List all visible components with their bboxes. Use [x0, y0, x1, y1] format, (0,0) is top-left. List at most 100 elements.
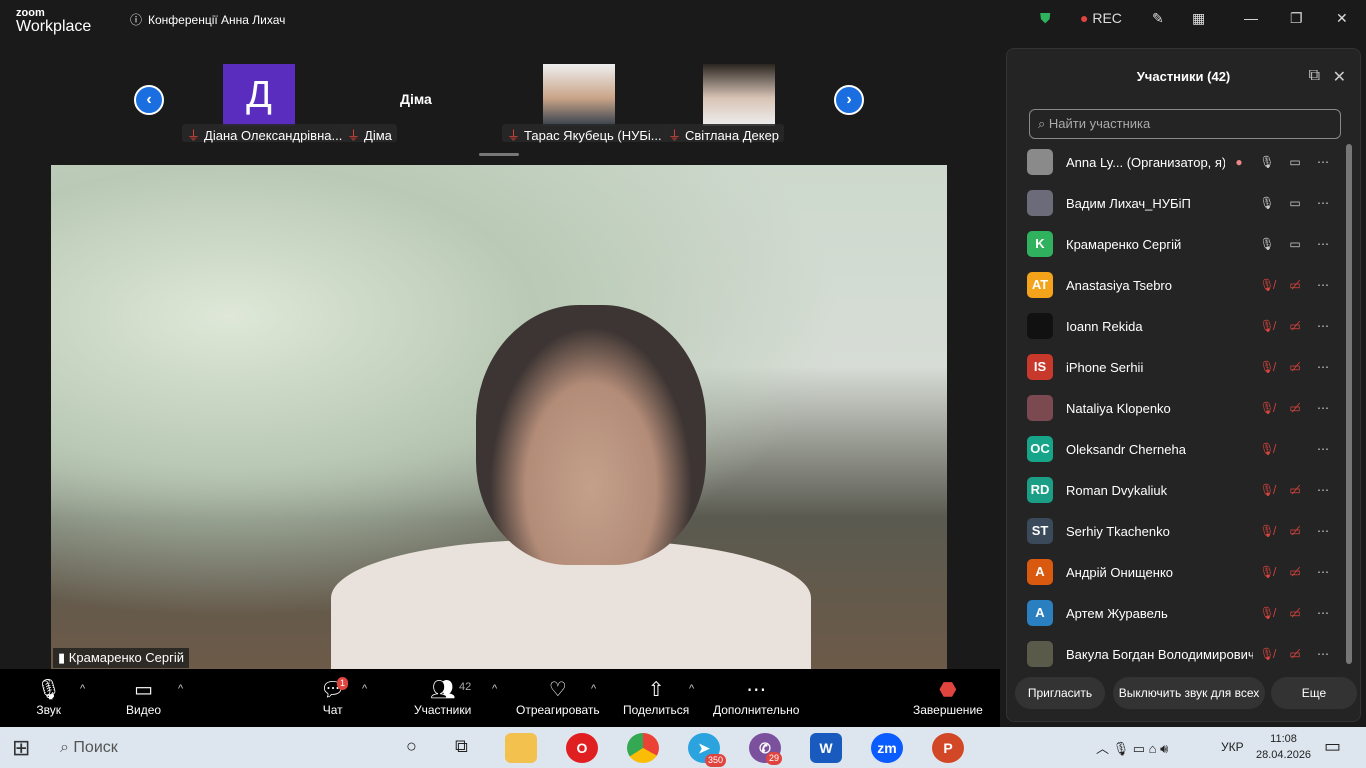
more-button[interactable]: ⋯ Дополнительно — [713, 677, 799, 717]
more-options-icon[interactable]: ⋯ — [1309, 155, 1337, 169]
camera-icon[interactable]: ▭ — [1281, 155, 1309, 169]
participant-row[interactable]: OC Oleksandr Cherneha 🎙︎̸ ⋯ — [1027, 434, 1337, 464]
camera-off-icon[interactable]: ▭̸ — [1281, 606, 1309, 620]
react-options-caret[interactable]: ^ — [591, 683, 596, 695]
microphone-icon[interactable]: 🎙︎ — [1253, 196, 1281, 210]
task-view-icon[interactable]: ⧉ — [455, 736, 468, 757]
participants-options-caret[interactable]: ^ — [492, 683, 497, 695]
more-options-icon[interactable]: ⋯ — [1309, 565, 1337, 579]
video-button[interactable]: ▭ Видео — [126, 677, 161, 717]
zoom-taskbar-icon[interactable]: zm — [871, 733, 903, 763]
camera-off-icon[interactable]: ▭̸ — [1281, 401, 1309, 415]
muted-mic-icon[interactable]: 🎙︎̸ — [1253, 401, 1281, 415]
more-options-icon[interactable]: ⋯ — [1309, 237, 1337, 251]
gallery-drag-handle[interactable] — [479, 153, 519, 156]
more-options-icon[interactable]: ⋯ — [1309, 278, 1337, 292]
system-tray-icons[interactable]: ︿ 🎙︎ ▭ ⌂ 🔊︎ — [1096, 738, 1168, 757]
more-options-icon[interactable]: ⋯ — [1309, 483, 1337, 497]
taskbar-search[interactable]: ⌕ Поиск — [48, 727, 368, 768]
close-panel-icon[interactable]: ✕ — [1333, 67, 1346, 87]
participant-row[interactable]: A Артем Журавель 🎙︎̸ ▭̸ ⋯ — [1027, 598, 1337, 628]
muted-mic-icon[interactable]: 🎙︎̸ — [1253, 524, 1281, 538]
info-icon[interactable]: ⓘ — [130, 11, 142, 28]
opera-icon[interactable]: O — [566, 733, 598, 763]
share-options-caret[interactable]: ^ — [689, 683, 694, 695]
gallery-tile-video[interactable] — [543, 64, 615, 126]
muted-mic-icon[interactable]: 🎙︎̸ — [1253, 606, 1281, 620]
gallery-tile-name[interactable]: Діма — [400, 91, 432, 107]
more-options-icon[interactable]: ⋯ — [1309, 319, 1337, 333]
camera-icon[interactable]: ▭ — [1281, 237, 1309, 251]
mute-all-button[interactable]: Выключить звук для всех — [1113, 677, 1265, 709]
participant-row[interactable]: A Андрій Онищенко 🎙︎̸ ▭̸ ⋯ — [1027, 557, 1337, 587]
grid-view-icon[interactable]: ▦ — [1192, 10, 1205, 27]
muted-mic-icon[interactable]: 🎙︎̸ — [1253, 647, 1281, 661]
participant-row[interactable]: Anna Ly... (Организатор, я) ● 🎙︎ ▭ ⋯ — [1027, 147, 1337, 177]
camera-off-icon[interactable]: ▭̸ — [1281, 360, 1309, 374]
participant-row[interactable]: Вадим Лихач_НУБіП 🎙︎ ▭ ⋯ — [1027, 188, 1337, 218]
camera-icon: ▭ — [134, 679, 153, 701]
shield-icon[interactable]: ⛊ — [1040, 10, 1051, 27]
participant-row[interactable]: IS iPhone Serhii 🎙︎̸ ▭̸ ⋯ — [1027, 352, 1337, 382]
camera-off-icon[interactable]: ▭̸ — [1281, 524, 1309, 538]
camera-off-icon[interactable]: ▭̸ — [1281, 278, 1309, 292]
gallery-tile-avatar[interactable]: Д — [223, 64, 295, 126]
camera-off-icon[interactable]: ▭̸ — [1281, 647, 1309, 661]
close-button[interactable]: ✕ — [1336, 10, 1348, 27]
video-options-caret[interactable]: ^ — [178, 683, 183, 695]
muted-mic-icon[interactable]: 🎙︎̸ — [1253, 565, 1281, 579]
next-page-button[interactable]: › — [834, 85, 864, 115]
react-button[interactable]: ♡ Отреагировать — [516, 677, 600, 717]
powerpoint-icon[interactable]: P — [932, 733, 964, 763]
windows-start-icon[interactable]: ⊞ — [12, 735, 30, 761]
muted-mic-icon[interactable]: 🎙︎̸ — [1253, 319, 1281, 333]
gallery-tile-video[interactable] — [703, 64, 775, 126]
popout-icon[interactable]: ⧉ — [1309, 67, 1320, 85]
participant-row[interactable]: K Крамаренко Сергій 🎙︎ ▭ ⋯ — [1027, 229, 1337, 259]
clock[interactable]: 11:08 28.04.2026 — [1256, 731, 1311, 763]
rec-indicator[interactable]: ● REC — [1080, 10, 1122, 26]
invite-button[interactable]: Пригласить — [1015, 677, 1105, 709]
pencil-icon[interactable]: ✎ — [1152, 10, 1164, 27]
muted-mic-icon[interactable]: 🎙︎̸ — [1253, 278, 1281, 292]
more-options-icon[interactable]: ⋯ — [1309, 196, 1337, 210]
microphone-icon[interactable]: 🎙︎ — [1253, 237, 1281, 251]
scrollbar[interactable] — [1346, 144, 1352, 664]
file-explorer-icon[interactable] — [505, 733, 537, 763]
notifications-icon[interactable]: ▭ — [1324, 736, 1341, 757]
muted-mic-icon[interactable]: 🎙︎̸ — [1253, 360, 1281, 374]
participant-row[interactable]: Nataliya Klopenko 🎙︎̸ ▭̸ ⋯ — [1027, 393, 1337, 423]
more-options-icon[interactable]: ⋯ — [1309, 401, 1337, 415]
muted-mic-icon[interactable]: 🎙︎̸ — [1253, 442, 1281, 456]
language-indicator[interactable]: УКР — [1221, 740, 1244, 754]
muted-mic-icon[interactable]: 🎙︎̸ — [1253, 483, 1281, 497]
prev-page-button[interactable]: ‹ — [134, 85, 164, 115]
camera-off-icon[interactable]: ▭̸ — [1281, 319, 1309, 333]
audio-options-caret[interactable]: ^ — [80, 683, 85, 695]
camera-icon[interactable]: ▭ — [1281, 196, 1309, 210]
participant-row[interactable]: Ioann Rekida 🎙︎̸ ▭̸ ⋯ — [1027, 311, 1337, 341]
participant-row[interactable]: RD Roman Dvykaliuk 🎙︎̸ ▭̸ ⋯ — [1027, 475, 1337, 505]
cortana-icon[interactable]: ○ — [406, 736, 417, 757]
chrome-icon[interactable] — [627, 733, 659, 763]
audio-button[interactable]: 🎙︎ Звук — [36, 677, 61, 717]
participant-row[interactable]: AT Anastasiya Tsebro 🎙︎̸ ▭̸ ⋯ — [1027, 270, 1337, 300]
share-button[interactable]: ⇧ Поделиться — [623, 677, 689, 717]
end-meeting-button[interactable]: ⬣ Завершение — [913, 677, 983, 717]
more-options-icon[interactable]: ⋯ — [1309, 524, 1337, 538]
panel-more-button[interactable]: Еще — [1271, 677, 1357, 709]
participant-row[interactable]: ST Serhiy Tkachenko 🎙︎̸ ▭̸ ⋯ — [1027, 516, 1337, 546]
word-icon[interactable]: W — [810, 733, 842, 763]
camera-off-icon[interactable]: ▭̸ — [1281, 483, 1309, 497]
chat-options-caret[interactable]: ^ — [362, 683, 367, 695]
minimize-button[interactable]: — — [1244, 10, 1258, 26]
more-options-icon[interactable]: ⋯ — [1309, 360, 1337, 374]
camera-off-icon[interactable]: ▭̸ — [1281, 565, 1309, 579]
microphone-icon[interactable]: 🎙︎ — [1253, 155, 1281, 169]
participant-row[interactable]: Вакула Богдан Володимирович 🎙︎̸ ▭̸ ⋯ — [1027, 639, 1337, 669]
more-options-icon[interactable]: ⋯ — [1309, 647, 1337, 661]
participant-search-input[interactable]: ⌕ Найти участника — [1029, 109, 1341, 139]
more-options-icon[interactable]: ⋯ — [1309, 442, 1337, 456]
restore-button[interactable]: ❐ — [1290, 10, 1303, 27]
more-options-icon[interactable]: ⋯ — [1309, 606, 1337, 620]
